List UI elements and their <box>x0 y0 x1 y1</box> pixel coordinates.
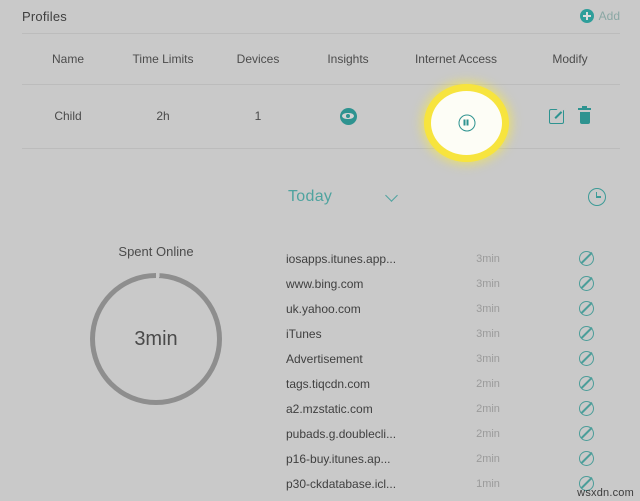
plus-circle-icon <box>579 9 594 23</box>
usage-block-action[interactable] <box>538 426 616 441</box>
divider-table-row <box>22 148 620 149</box>
add-profile-label: Add <box>598 9 620 23</box>
watermark: wsxdn.com <box>577 487 634 499</box>
column-header-insights: Insights <box>327 52 369 66</box>
usage-block-action[interactable] <box>538 401 616 416</box>
page-title: Profiles <box>22 9 67 24</box>
usage-site: iTunes <box>286 326 322 341</box>
list-item: uk.yahoo.com 3min <box>286 296 616 321</box>
usage-site: a2.mzstatic.com <box>286 401 373 416</box>
list-item: p30-ckdatabase.icl... 1min <box>286 471 616 496</box>
usage-time: 2min <box>476 377 500 390</box>
usage-site: tags.tiqcdn.com <box>286 376 371 391</box>
list-item: iTunes 3min <box>286 321 616 346</box>
list-item: www.bing.com 3min <box>286 271 616 296</box>
chevron-down-icon <box>385 189 399 202</box>
list-item: Advertisement 3min <box>286 346 616 371</box>
usage-site: uk.yahoo.com <box>286 301 361 316</box>
usage-time: 3min <box>476 352 500 365</box>
usage-time: 2min <box>476 427 500 440</box>
table-row: Child 2h 1 <box>22 84 620 148</box>
block-icon <box>579 251 594 266</box>
usage-time: 2min <box>476 402 500 415</box>
usage-block-action[interactable] <box>538 251 616 266</box>
block-icon <box>579 376 594 391</box>
block-icon <box>579 301 594 316</box>
eye-icon <box>339 107 357 125</box>
block-icon <box>579 426 594 441</box>
column-header-name: Name <box>51 52 84 66</box>
usage-time: 3min <box>476 277 500 290</box>
cell-time-limits: 2h <box>156 109 170 123</box>
usage-block-action[interactable] <box>538 276 616 291</box>
day-filter-label: Today <box>288 188 333 205</box>
internet-access-pause-button[interactable] <box>458 114 475 132</box>
spent-online-donut-chart: 3min <box>90 273 222 405</box>
cell-devices-count: 1 <box>254 109 262 123</box>
usage-site: p30-ckdatabase.icl... <box>286 476 397 491</box>
clock-icon[interactable] <box>588 188 606 206</box>
block-icon <box>579 276 594 291</box>
column-header-internet-access: Internet Access <box>414 52 498 66</box>
list-item: p16-buy.itunes.ap... 2min <box>286 446 616 471</box>
usage-site: www.bing.com <box>286 276 364 291</box>
usage-site: p16-buy.itunes.ap... <box>286 451 391 466</box>
table-header-row: Name Time Limits Devices Insights Intern… <box>22 34 620 84</box>
trash-icon[interactable] <box>578 105 591 124</box>
usage-site: pubads.g.doublecli... <box>286 426 397 441</box>
spent-online-value: 3min <box>134 327 178 350</box>
block-icon <box>579 401 594 416</box>
spent-online-widget: Spent Online 3min <box>88 244 224 405</box>
modify-cell <box>520 84 620 148</box>
column-header-modify: Modify <box>552 52 588 66</box>
add-profile-button[interactable]: Add <box>579 9 620 23</box>
column-header-devices: Devices <box>236 52 280 66</box>
usage-time: 3min <box>476 302 500 315</box>
list-item: tags.tiqcdn.com 2min <box>286 371 616 396</box>
insights-button[interactable] <box>304 84 392 148</box>
block-icon <box>579 351 594 366</box>
profiles-table: Name Time Limits Devices Insights Intern… <box>22 34 620 148</box>
usage-site: Advertisement <box>286 351 363 366</box>
usage-site: iosapps.itunes.app... <box>286 251 397 266</box>
spent-online-label: Spent Online <box>118 244 194 259</box>
block-icon <box>579 326 594 341</box>
usage-time: 1min <box>476 477 500 490</box>
list-item: a2.mzstatic.com 2min <box>286 396 616 421</box>
edit-icon[interactable] <box>549 108 564 124</box>
usage-time: 3min <box>476 252 500 265</box>
usage-block-action[interactable] <box>538 376 616 391</box>
column-header-time-limits: Time Limits <box>132 52 194 66</box>
usage-block-action[interactable] <box>538 326 616 341</box>
usage-block-action[interactable] <box>538 451 616 466</box>
cell-profile-name: Child <box>54 109 82 123</box>
usage-block-action[interactable] <box>538 351 616 366</box>
list-item: iosapps.itunes.app... 3min <box>286 246 616 271</box>
usage-list: iosapps.itunes.app... 3min www.bing.com … <box>286 246 616 496</box>
day-filter-dropdown[interactable]: Today <box>288 188 399 206</box>
usage-block-action[interactable] <box>538 301 616 316</box>
block-icon <box>579 451 594 466</box>
usage-time: 3min <box>476 327 500 340</box>
list-item: pubads.g.doublecli... 2min <box>286 421 616 446</box>
highlight-spotlight <box>424 84 509 162</box>
usage-time: 2min <box>476 452 500 465</box>
